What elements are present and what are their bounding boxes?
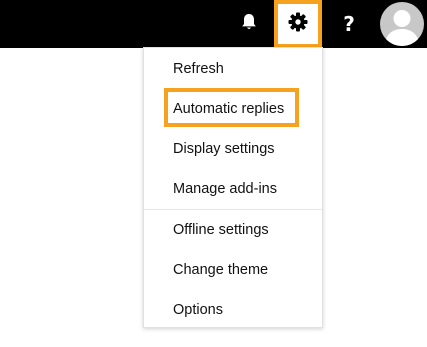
gear-icon	[288, 12, 308, 37]
help-icon: ?	[343, 12, 355, 36]
menu-item-manage-add-ins[interactable]: Manage add-ins	[144, 169, 322, 209]
bell-icon	[241, 13, 257, 36]
menu-item-options[interactable]: Options	[144, 290, 322, 330]
menu-item-refresh[interactable]: Refresh	[144, 49, 322, 89]
avatar-icon	[379, 2, 424, 46]
help-button[interactable]: ?	[328, 0, 370, 48]
settings-menu: Refresh Automatic replies Display settin…	[143, 47, 323, 328]
top-bar: ?	[0, 0, 427, 48]
notifications-button[interactable]	[228, 0, 270, 48]
account-button[interactable]	[374, 0, 427, 48]
menu-item-change-theme[interactable]: Change theme	[144, 250, 322, 290]
menu-item-offline-settings[interactable]: Offline settings	[144, 210, 322, 250]
menu-item-display-settings[interactable]: Display settings	[144, 129, 322, 169]
menu-item-automatic-replies[interactable]: Automatic replies	[144, 89, 322, 129]
settings-button[interactable]	[274, 0, 322, 48]
